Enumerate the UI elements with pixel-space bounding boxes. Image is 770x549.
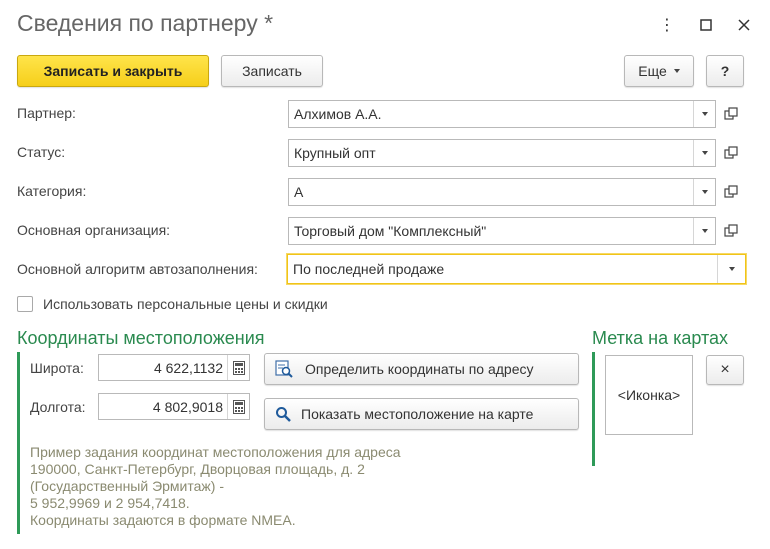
chevron-down-icon[interactable]: [693, 101, 715, 127]
show-on-map-label: Показать местоположение на карте: [301, 406, 534, 422]
map-marker-section-bar: [592, 352, 595, 466]
autofill-value: По последней продаже: [293, 261, 445, 277]
chevron-down-icon: [673, 69, 680, 73]
category-label: Категория:: [17, 183, 87, 199]
organization-field[interactable]: Торговый дом "Комплексный": [288, 217, 716, 245]
autofill-select[interactable]: По последней продаже: [287, 254, 746, 284]
chevron-down-icon[interactable]: [693, 140, 715, 166]
coordinates-section-title: Координаты местоположения: [17, 328, 265, 348]
coordinates-section-bar: [17, 352, 20, 534]
personal-prices-label[interactable]: Использовать персональные цены и скидки: [43, 296, 328, 312]
category-field[interactable]: А: [288, 178, 716, 206]
clear-marker-button[interactable]: ×: [706, 355, 744, 385]
find-coordinates-label: Определить координаты по адресу: [305, 361, 534, 377]
partner-details-window: Сведения по партнеру * ⋮ Записать и закр…: [0, 0, 770, 549]
partner-label: Партнер:: [17, 105, 76, 121]
latitude-label: Широта:: [30, 360, 84, 376]
more-button[interactable]: Еще: [624, 55, 694, 87]
chevron-down-icon[interactable]: [693, 218, 715, 244]
longitude-input[interactable]: 4 802,9018: [98, 393, 250, 420]
category-value: А: [294, 184, 304, 200]
hint-line: 190000, Санкт-Петербург, Дворцовая площа…: [30, 461, 365, 477]
latitude-value: 4 622,1132: [153, 359, 223, 376]
status-field[interactable]: Крупный опт: [288, 139, 716, 167]
more-menu-icon[interactable]: ⋮: [656, 14, 678, 36]
save-button[interactable]: Записать: [221, 55, 323, 87]
partner-field[interactable]: Алхимов А.А.: [288, 100, 716, 128]
hint-line: (Государственный Эрмитаж) -: [30, 478, 224, 494]
organization-label: Основная организация:: [17, 222, 171, 238]
open-organization-icon[interactable]: [718, 217, 744, 245]
longitude-value: 4 802,9018: [152, 398, 223, 415]
help-button[interactable]: ?: [706, 55, 744, 87]
window-title: Сведения по партнеру *: [17, 10, 274, 36]
autofill-label: Основной алгоритм автозаполнения:: [17, 261, 258, 277]
open-status-icon[interactable]: [718, 139, 744, 167]
personal-prices-checkbox[interactable]: [17, 296, 33, 312]
partner-value: Алхимов А.А.: [294, 106, 382, 122]
chevron-down-icon[interactable]: [693, 179, 715, 205]
hint-line: Пример задания координат местоположения …: [30, 444, 401, 460]
maximize-icon[interactable]: [695, 14, 717, 36]
status-label: Статус:: [17, 144, 66, 160]
find-coordinates-by-address-button[interactable]: Определить координаты по адресу: [264, 353, 579, 385]
hint-line: 5 952,9969 и 2 954,7418.: [30, 495, 190, 511]
close-icon[interactable]: [733, 14, 755, 36]
calculator-icon[interactable]: [227, 394, 249, 419]
show-on-map-button[interactable]: Показать местоположение на карте: [264, 398, 579, 430]
calculator-icon[interactable]: [227, 355, 249, 380]
coordinates-hint: Пример задания координат местоположения …: [30, 444, 401, 529]
more-button-label: Еще: [638, 63, 667, 79]
organization-value: Торговый дом "Комплексный": [294, 223, 487, 239]
open-partner-icon[interactable]: [718, 100, 744, 128]
latitude-input[interactable]: 4 622,1132: [98, 354, 250, 381]
search-icon: [275, 406, 291, 422]
chevron-down-icon[interactable]: [717, 255, 745, 283]
longitude-label: Долгота:: [30, 399, 86, 415]
map-marker-section-title: Метка на картах: [592, 328, 729, 348]
save-and-close-button[interactable]: Записать и закрыть: [17, 55, 209, 87]
hint-line: Координаты задаются в формате NMEA.: [30, 512, 296, 528]
marker-icon-picker[interactable]: <Иконка>: [605, 355, 693, 435]
status-value: Крупный опт: [294, 145, 376, 161]
open-category-icon[interactable]: [718, 178, 744, 206]
map-search-icon: [275, 360, 293, 378]
